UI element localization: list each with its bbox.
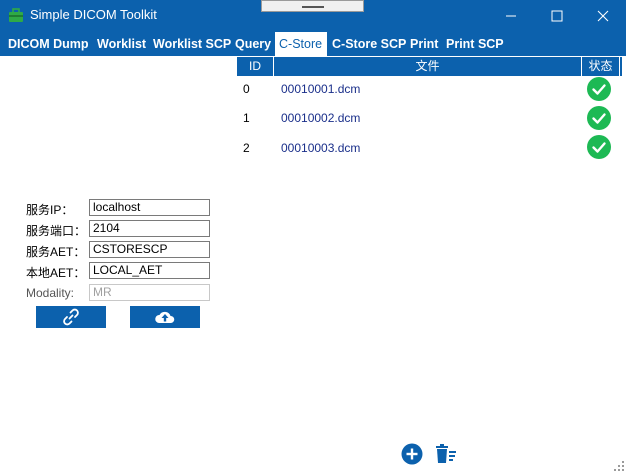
row-id: 1: [243, 111, 250, 125]
clear-list-icon[interactable]: [435, 443, 457, 465]
tab-bar: DICOM Dump Worklist Worklist SCP Query C…: [0, 32, 626, 56]
server-aet-field[interactable]: CSTORESCP: [89, 241, 210, 258]
column-header-file[interactable]: 文件: [274, 57, 581, 76]
server-ip-label: 服务IP：: [26, 203, 74, 217]
check-circle-icon: [587, 77, 611, 101]
modality-field: MR: [89, 284, 210, 301]
app-toolbox-icon: [9, 8, 23, 22]
local-aet-label: 本地AET：: [26, 266, 86, 280]
window-title: Simple DICOM Toolkit: [30, 7, 157, 22]
server-ip-field[interactable]: localhost: [89, 199, 210, 216]
title-bar: Simple DICOM Toolkit: [0, 0, 626, 32]
tab-c-store-scp[interactable]: C-Store SCP: [328, 32, 410, 56]
maximize-button[interactable]: [534, 0, 580, 32]
tab-print[interactable]: Print: [406, 32, 442, 56]
tab-c-store[interactable]: C-Store: [275, 32, 327, 56]
tab-print-scp[interactable]: Print SCP: [442, 32, 508, 56]
grid-header-edge: [620, 57, 622, 76]
add-circle-icon[interactable]: [401, 443, 423, 465]
server-port-field[interactable]: 2104: [89, 220, 210, 237]
resize-grip[interactable]: [613, 460, 625, 472]
row-file: 00010003.dcm: [281, 141, 361, 155]
cloud-upload-icon: [155, 311, 175, 323]
close-icon: [597, 10, 609, 22]
modality-label: Modality:: [26, 286, 75, 300]
link-icon: [63, 308, 79, 326]
tab-worklist-scp[interactable]: Worklist SCP: [149, 32, 235, 56]
tab-worklist[interactable]: Worklist: [93, 32, 150, 56]
upload-button[interactable]: [130, 306, 200, 328]
server-port-label: 服务端口：: [26, 224, 87, 238]
maximize-icon: [551, 10, 563, 22]
row-file: 00010002.dcm: [281, 111, 361, 125]
row-id: 2: [243, 141, 250, 155]
check-circle-icon: [587, 106, 611, 130]
connect-button[interactable]: [36, 306, 106, 328]
tab-query[interactable]: Query: [231, 32, 275, 56]
column-header-id[interactable]: ID: [237, 57, 273, 76]
tab-dicom-dump[interactable]: DICOM Dump: [4, 32, 93, 56]
check-circle-icon: [587, 135, 611, 159]
close-button[interactable]: [580, 0, 626, 32]
server-aet-label: 服务AET：: [26, 245, 86, 259]
column-header-status[interactable]: 状态: [582, 57, 619, 76]
row-id: 0: [243, 82, 250, 96]
minimize-button[interactable]: [488, 0, 534, 32]
local-aet-field[interactable]: LOCAL_AET: [89, 262, 210, 279]
row-file: 00010001.dcm: [281, 82, 361, 96]
minimize-icon: [506, 15, 516, 17]
drag-handle[interactable]: [261, 0, 364, 12]
